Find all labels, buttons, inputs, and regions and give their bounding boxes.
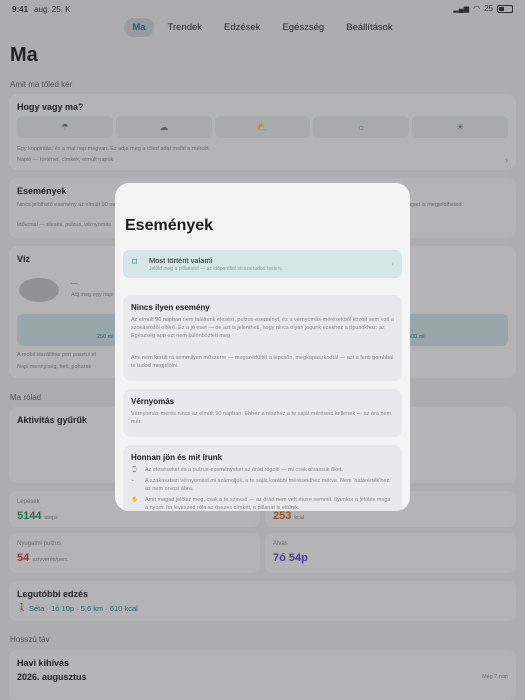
events-modal: Események ⌑ Most történt valami Jelöld m… (115, 183, 410, 511)
blood-pressure-title: Vérnyomás (131, 397, 175, 406)
no-events-text: Az elmúlt 90 napban nem találtunk elesés… (131, 317, 394, 339)
blood-pressure-text: Vérnyomás-mérés nincs az elmúlt 90 napba… (131, 411, 392, 425)
watch-icon: ⌚ (131, 467, 138, 473)
no-events-text-2: Ami nem került rá semmilyen műszerre — m… (131, 355, 394, 369)
modal-title: Események (125, 217, 214, 234)
hand-icon: ✋ (131, 497, 138, 503)
log-event-sub: Jelöld meg a pillanatot — az időpontból … (149, 266, 283, 272)
chart-icon: ⌁ (131, 478, 135, 484)
chevron-right-icon: › (391, 259, 394, 268)
no-events-card: Nincs ilyen esemény Az elmúlt 90 napban … (123, 295, 402, 381)
source-row-bp: ⌁ A szakaszban vérnyomást mi számoljuk, … (131, 478, 391, 492)
source-row-manual: ✋ Amit magad jelölsz meg, csak a te szav… (131, 497, 391, 511)
source-info-card: Honnan jön és mit írunk ⌚ Az eleséseket … (123, 445, 402, 511)
source-row-watch: ⌚ Az eleséseket és a pulzus-eseményeket … (131, 467, 344, 473)
bookmark-icon: ⌑ (132, 257, 138, 268)
no-events-title: Nincs ilyen esemény (131, 303, 210, 312)
blood-pressure-card: Vérnyomás Vérnyomás-mérés nincs az elmúl… (123, 389, 402, 437)
source-info-title: Honnan jön és mit írunk (131, 453, 223, 462)
log-event-now-button[interactable]: ⌑ Most történt valami Jelöld meg a pilla… (123, 250, 402, 278)
log-event-title: Most történt valami (149, 256, 213, 265)
